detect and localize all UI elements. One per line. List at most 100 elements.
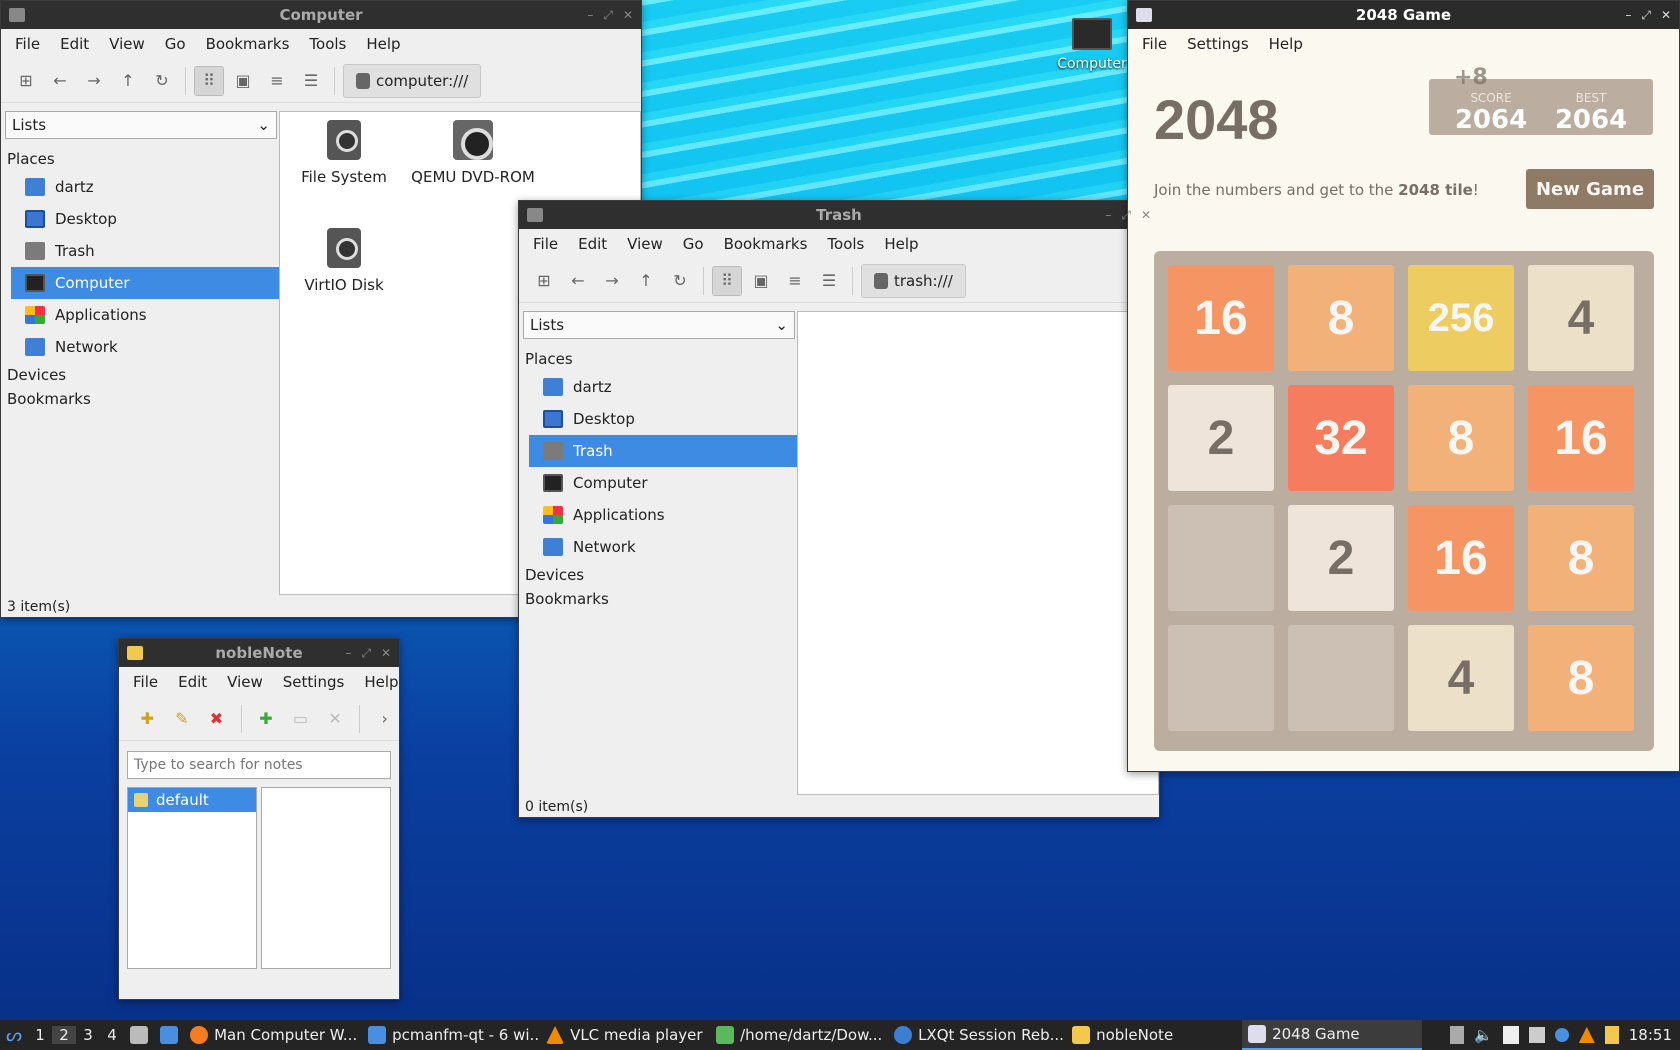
place-network[interactable]: Network — [11, 331, 279, 363]
menu-view[interactable]: View — [217, 673, 273, 691]
maximize-icon[interactable]: ⤢ — [603, 8, 613, 23]
new-note-icon[interactable]: ✚ — [252, 704, 281, 734]
place-computer[interactable]: Computer — [529, 467, 797, 499]
task-archive[interactable]: /home/dartz/Dow... — [710, 1020, 888, 1050]
game-board[interactable]: 16 8 256 4 2 32 8 16 2 16 8 4 8 — [1154, 251, 1654, 751]
volume-icon[interactable]: 🔈 — [1474, 1026, 1493, 1044]
workspace-2[interactable]: 2 — [52, 1026, 77, 1044]
place-computer[interactable]: Computer — [11, 267, 279, 299]
workspace-4[interactable]: 4 — [100, 1026, 124, 1044]
menu-file[interactable]: File — [5, 35, 50, 53]
icon-view-icon[interactable]: ⠿ — [194, 65, 224, 96]
desktop-computer-icon[interactable]: Computer — [1052, 18, 1132, 72]
workspace-3[interactable]: 3 — [76, 1026, 100, 1044]
close-icon[interactable]: ✕ — [623, 8, 633, 23]
menu-help[interactable]: Help — [354, 673, 399, 691]
bookmarks-header[interactable]: Bookmarks — [3, 387, 279, 411]
task-browser[interactable]: Man Computer W... — [184, 1020, 362, 1050]
compact-view-icon[interactable]: ≡ — [262, 66, 292, 96]
maximize-icon[interactable]: ⤢ — [1641, 8, 1651, 23]
menu-bookmarks[interactable]: Bookmarks — [714, 235, 818, 253]
icon-view-icon[interactable]: ⠿ — [712, 265, 742, 296]
menu-tools[interactable]: Tools — [817, 235, 874, 253]
file-view[interactable] — [797, 311, 1159, 795]
virtio-disk-item[interactable]: VirtIO Disk — [294, 228, 394, 294]
place-trash[interactable]: Trash — [11, 235, 279, 267]
clock[interactable]: 18:51 — [1629, 1026, 1672, 1044]
new-tab-icon[interactable]: ⊞ — [529, 266, 559, 296]
compact-view-icon[interactable]: ≡ — [780, 266, 810, 296]
chevron-right-icon[interactable]: › — [370, 704, 399, 734]
notes-tray-icon[interactable] — [1502, 1026, 1519, 1044]
workspace-1[interactable]: 1 — [28, 1026, 52, 1044]
maximize-icon[interactable]: ⤢ — [361, 646, 371, 661]
thumbnail-view-icon[interactable]: ▣ — [228, 66, 258, 96]
menu-help[interactable]: Help — [874, 235, 928, 253]
menu-tools[interactable]: Tools — [299, 35, 356, 53]
dvd-rom-item[interactable]: QEMU DVD-ROM — [408, 120, 538, 186]
reload-icon[interactable]: ↻ — [147, 66, 177, 96]
trash-titlebar[interactable]: Trash – ⤢ ✕ — [519, 201, 1159, 229]
back-icon[interactable]: ← — [563, 266, 593, 296]
quicklaunch-files[interactable] — [124, 1020, 154, 1050]
menu-file[interactable]: File — [123, 673, 168, 691]
menu-view[interactable]: View — [99, 35, 155, 53]
start-menu-button[interactable]: ᔕ — [0, 1020, 28, 1050]
bookmarks-header[interactable]: Bookmarks — [521, 587, 797, 611]
place-trash[interactable]: Trash — [529, 435, 797, 467]
menu-settings[interactable]: Settings — [1177, 35, 1259, 53]
thumbnail-view-icon[interactable]: ▣ — [746, 266, 776, 296]
forward-icon[interactable]: → — [597, 266, 627, 296]
task-vlc[interactable]: VLC media player — [540, 1020, 710, 1050]
menu-help[interactable]: Help — [356, 35, 410, 53]
place-home[interactable]: dartz — [529, 371, 797, 403]
maximize-icon[interactable]: ⤢ — [1121, 208, 1131, 223]
rename-note-icon[interactable]: ▭ — [286, 704, 315, 734]
menu-edit[interactable]: Edit — [568, 235, 617, 253]
side-pane-mode-combo[interactable]: Lists ⌄ — [5, 111, 277, 139]
minimize-icon[interactable]: – — [587, 8, 593, 23]
new-folder-icon[interactable]: ✚ — [133, 704, 162, 734]
info-icon[interactable] — [1554, 1028, 1569, 1042]
place-home[interactable]: dartz — [11, 171, 279, 203]
vlc-tray-icon[interactable] — [1578, 1027, 1595, 1043]
minimize-icon[interactable]: – — [1625, 8, 1631, 23]
task-noblenote[interactable]: nobleNote — [1066, 1020, 1242, 1050]
search-notes-input[interactable] — [127, 751, 391, 779]
places-header[interactable]: Places — [521, 347, 797, 371]
new-tab-icon[interactable]: ⊞ — [11, 66, 41, 96]
note-list[interactable] — [261, 787, 391, 969]
detail-view-icon[interactable]: ☰ — [296, 66, 326, 96]
menu-edit[interactable]: Edit — [168, 673, 217, 691]
forward-icon[interactable]: → — [79, 66, 109, 96]
new-game-button[interactable]: New Game — [1526, 169, 1654, 209]
task-pcmanfm[interactable]: pcmanfm-qt - 6 wi... — [362, 1020, 540, 1050]
detail-view-icon[interactable]: ☰ — [814, 266, 844, 296]
clipboard-icon[interactable] — [1450, 1026, 1465, 1044]
folder-list[interactable]: default — [127, 787, 257, 969]
close-icon[interactable]: ✕ — [1661, 8, 1671, 23]
path-button[interactable]: computer:/// — [343, 63, 482, 98]
noblenote-titlebar[interactable]: nobleNote – ⤢ ✕ — [119, 639, 399, 667]
place-desktop[interactable]: Desktop — [11, 203, 279, 235]
task-2048[interactable]: 2048 Game — [1242, 1020, 1423, 1050]
place-applications[interactable]: Applications — [529, 499, 797, 531]
place-applications[interactable]: Applications — [11, 299, 279, 331]
side-pane-mode-combo[interactable]: Lists ⌄ — [523, 311, 795, 339]
menu-edit[interactable]: Edit — [50, 35, 99, 53]
task-session[interactable]: LXQt Session Reb... — [888, 1020, 1066, 1050]
delete-folder-icon[interactable]: ✖ — [202, 704, 231, 734]
devices-header[interactable]: Devices — [3, 363, 279, 387]
path-button[interactable]: trash:/// — [861, 263, 966, 298]
reload-icon[interactable]: ↻ — [665, 266, 695, 296]
folder-item-default[interactable]: default — [128, 788, 256, 812]
rename-folder-icon[interactable]: ✎ — [168, 704, 197, 734]
noblenote-tray-icon[interactable] — [1604, 1026, 1619, 1044]
menu-settings[interactable]: Settings — [273, 673, 355, 691]
computer-titlebar[interactable]: Computer – ⤢ ✕ — [1, 1, 641, 29]
network-tray-icon[interactable] — [1528, 1027, 1545, 1043]
place-network[interactable]: Network — [529, 531, 797, 563]
menu-file[interactable]: File — [1132, 35, 1177, 53]
file-system-item[interactable]: File System — [294, 120, 394, 186]
menu-file[interactable]: File — [523, 235, 568, 253]
